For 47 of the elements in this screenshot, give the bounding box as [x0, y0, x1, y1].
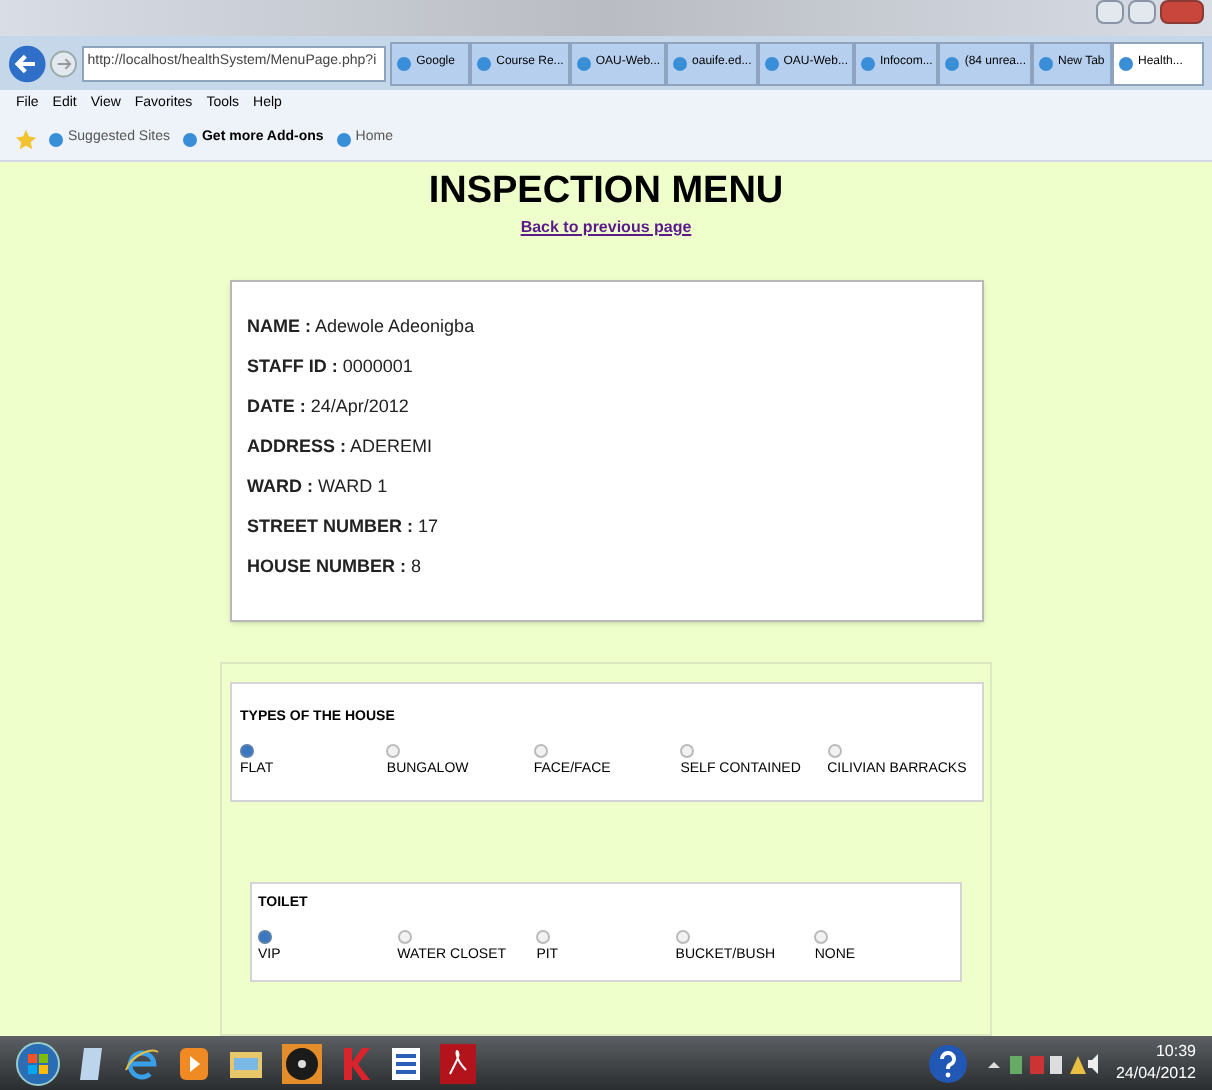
start-orb-icon[interactable] [16, 1041, 60, 1085]
radio-button[interactable] [258, 930, 272, 945]
close-button[interactable] [1160, 0, 1204, 24]
page-globe-icon [1118, 55, 1135, 71]
page-globe-icon [672, 55, 689, 71]
radio-button[interactable] [814, 930, 829, 945]
maximize-button[interactable] [1128, 0, 1156, 24]
back-link[interactable]: Back to previous page [520, 215, 692, 240]
info-line: STAFF ID : 0000001 [247, 353, 415, 380]
info-line: STREET NUMBER : 17 [247, 513, 441, 540]
radio-button[interactable] [397, 930, 412, 945]
radio-button[interactable] [536, 930, 551, 945]
internet-explorer-icon[interactable] [124, 1045, 160, 1081]
disc-icon[interactable] [282, 1043, 322, 1083]
globe-icon [48, 131, 64, 147]
page-globe-icon [476, 55, 493, 71]
page-globe-icon [575, 55, 592, 71]
help-icon[interactable] [927, 1043, 968, 1083]
document-icon[interactable] [390, 1045, 422, 1081]
clock-date: 24/04/2012 [1115, 1066, 1196, 1082]
tray-icons[interactable] [985, 1051, 1098, 1075]
k-logo-icon[interactable] [340, 1045, 372, 1081]
radio-button[interactable] [386, 744, 401, 759]
radio-button[interactable] [675, 930, 690, 945]
page-globe-icon [944, 55, 961, 71]
radio-button[interactable] [827, 744, 842, 759]
media-player-icon[interactable] [178, 1045, 210, 1081]
notepad-icon[interactable] [78, 1045, 106, 1081]
page-globe-icon [1038, 55, 1055, 71]
radio-button[interactable] [240, 744, 254, 759]
minimize-button[interactable] [1096, 0, 1124, 24]
star-icon[interactable] [16, 129, 36, 149]
info-line: WARD : WARD 1 [247, 473, 390, 500]
pdf-icon[interactable] [440, 1043, 476, 1083]
radio-button[interactable] [533, 744, 548, 759]
globe-icon [335, 131, 352, 147]
clock-time: 10:39 [1155, 1044, 1196, 1060]
radio-button[interactable] [680, 744, 695, 759]
info-line: ADDRESS : ADEREMI [247, 433, 435, 460]
page-title: INSPECTION MENU [428, 168, 784, 216]
page-globe-icon [859, 55, 876, 71]
globe-icon [181, 131, 198, 147]
page-globe-icon [763, 55, 780, 71]
info-line: NAME : Adewole Adeonigba [247, 313, 477, 340]
info-line: HOUSE NUMBER : 8 [247, 553, 424, 580]
page-globe-icon [396, 55, 413, 71]
info-line: DATE : 24/Apr/2012 [247, 393, 411, 420]
